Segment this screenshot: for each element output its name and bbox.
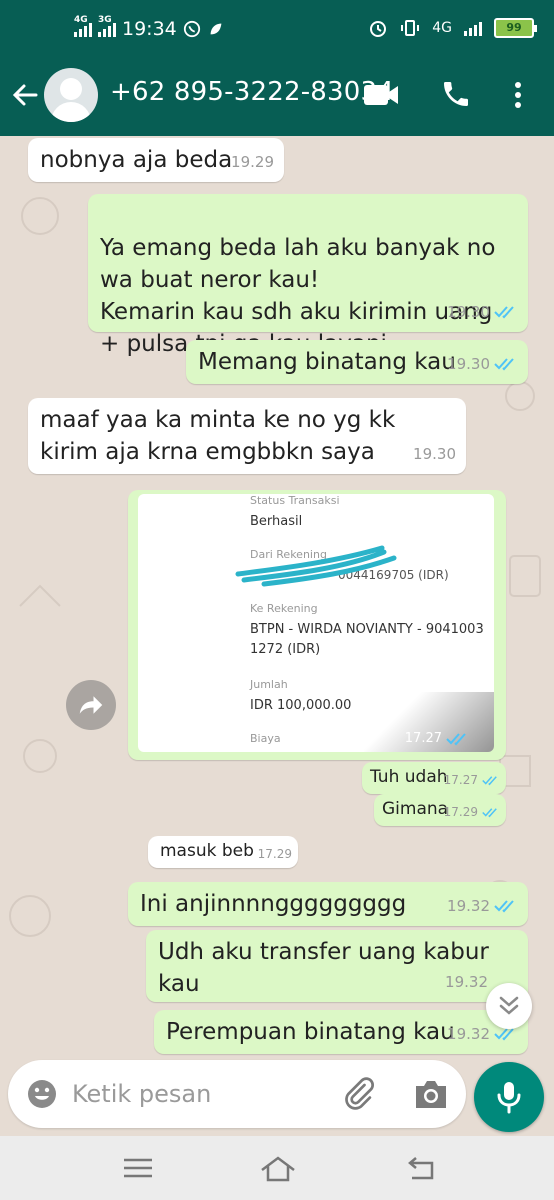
signal-icon-2: 3G: [98, 15, 116, 37]
notification-icon: [210, 23, 222, 35]
read-tick-icon: [494, 358, 514, 371]
receipt-status-label: Status Transaksi: [250, 494, 340, 507]
video-call-icon[interactable]: [362, 82, 400, 108]
system-nav-bar: [0, 1136, 554, 1200]
message-time: 19.30: [413, 445, 456, 463]
mic-icon: [497, 1082, 521, 1114]
message-text: maaf yaa ka minta ke no yg kk kirim aja …: [40, 407, 396, 465]
receipt-amount-label: Jumlah: [250, 678, 288, 691]
message-text: nobnya aja beda: [40, 147, 233, 173]
message-meta: 19.32: [445, 966, 488, 998]
message-time: 17.29: [443, 805, 478, 819]
camera-icon[interactable]: [412, 1078, 450, 1110]
message-outgoing[interactable]: Ya emang beda lah aku banyak no wa buat …: [88, 194, 528, 357]
message-incoming[interactable]: maaf yaa ka minta ke no yg kk kirim aja …: [28, 398, 466, 474]
vibrate-icon: [401, 20, 420, 36]
message-outgoing[interactable]: Ini anjinnnnggggggggg 19.32: [128, 882, 528, 926]
voice-record-button[interactable]: [474, 1062, 544, 1132]
message-incoming[interactable]: nobnya aja beda 19.29: [28, 138, 284, 182]
image-meta: 17.27: [405, 731, 470, 746]
read-tick-icon: [482, 775, 497, 785]
avatar[interactable]: [44, 68, 98, 122]
chat-area[interactable]: nobnya aja beda 19.29 Ya emang beda lah …: [0, 136, 554, 1056]
back-nav-icon[interactable]: [402, 1152, 442, 1184]
message-text: Tuh udah: [370, 767, 448, 787]
message-input[interactable]: [72, 1074, 332, 1114]
receipt-to-line1: BTPN - WIRDA NOVIANTY - 9041003: [250, 622, 484, 637]
emoji-icon[interactable]: [26, 1078, 58, 1110]
message-time: 17.27: [443, 773, 478, 787]
message-outgoing[interactable]: Udh aku transfer uang kabur kau 19.32: [146, 930, 528, 1002]
message-meta: 19.32: [447, 890, 518, 922]
receipt-to-label: Ke Rekening: [250, 602, 318, 615]
read-tick-icon: [446, 732, 466, 745]
read-tick-icon: [494, 306, 514, 319]
signal-icon-3: [464, 20, 482, 36]
menu-icon[interactable]: [118, 1152, 158, 1184]
message-meta: 17.29: [444, 800, 500, 824]
read-tick-icon: [494, 900, 514, 913]
phone-icon[interactable]: [440, 78, 472, 110]
whatsapp-notification-icon: [183, 20, 200, 38]
message-text: Ini anjinnnnggggggggg: [140, 891, 407, 917]
image-message[interactable]: Status Transaksi Berhasil Dari Rekening …: [128, 490, 506, 760]
status-bar: 4G 3G 19:34 4G 99: [0, 0, 554, 62]
receipt-fee-label: Biaya: [250, 732, 281, 745]
attach-icon[interactable]: [342, 1076, 376, 1112]
receipt-to-line2: 1272 (IDR): [250, 642, 321, 657]
receipt-amount-value: IDR 100,000.00: [250, 698, 352, 713]
compose-box: [8, 1060, 466, 1128]
network-type: 4G: [432, 20, 452, 36]
message-time: 19.32: [447, 897, 490, 915]
message-meta: 19.30: [413, 438, 456, 470]
message-text: Gimana: [382, 799, 449, 819]
image-time: 17.27: [404, 731, 442, 746]
forward-button[interactable]: [66, 680, 116, 730]
message-outgoing[interactable]: Tuh udah 17.27: [362, 762, 506, 794]
home-icon[interactable]: [258, 1152, 298, 1184]
alarm-icon: [370, 21, 387, 37]
read-tick-icon: [494, 1028, 514, 1041]
message-meta: 17.27: [444, 768, 500, 792]
message-time: 17.29: [257, 847, 292, 861]
receipt-status-value: Berhasil: [250, 514, 303, 529]
contact-name[interactable]: +62 895-3222-83034: [110, 77, 394, 107]
status-right: 4G 99: [368, 18, 537, 38]
message-meta: 19.29: [231, 146, 274, 178]
back-arrow-icon[interactable]: [10, 80, 40, 110]
message-time: 19.32: [447, 1025, 490, 1043]
message-text: Perempuan binatang kau: [166, 1019, 455, 1045]
more-vert-icon[interactable]: [508, 80, 528, 110]
scroll-down-icon: [499, 996, 519, 1015]
read-tick-icon: [482, 807, 497, 817]
message-meta: 19.30: [447, 296, 518, 328]
message-outgoing[interactable]: Memang binatang kau 19.30: [186, 340, 528, 384]
message-time: 19.32: [445, 973, 488, 991]
message-time: 19.30: [447, 303, 490, 321]
battery-icon: 99: [494, 18, 537, 38]
message-outgoing[interactable]: Gimana 17.29: [374, 794, 506, 826]
scroll-down-button[interactable]: [486, 983, 532, 1029]
signal-icon-1: 4G: [74, 15, 92, 37]
message-text: Udh aku transfer uang kabur kau: [158, 939, 489, 997]
status-left: 4G 3G 19:34: [74, 15, 225, 40]
compose-bar: [0, 1056, 554, 1136]
transfer-receipt-image[interactable]: Status Transaksi Berhasil Dari Rekening …: [138, 494, 494, 752]
forward-icon: [79, 696, 103, 714]
clock: 19:34: [122, 18, 177, 40]
message-meta: 19.30: [447, 348, 518, 380]
message-incoming[interactable]: masuk beb 17.29: [148, 836, 298, 868]
message-text: masuk beb: [160, 841, 254, 861]
scribble-redaction: [235, 545, 397, 587]
message-text: Memang binatang kau: [198, 349, 456, 375]
message-meta: 17.29: [258, 842, 292, 866]
message-outgoing[interactable]: Perempuan binatang kau 19.32: [154, 1010, 528, 1054]
message-time: 19.30: [447, 355, 490, 373]
message-time: 19.29: [231, 153, 274, 171]
chat-header: +62 895-3222-83034: [0, 62, 554, 136]
